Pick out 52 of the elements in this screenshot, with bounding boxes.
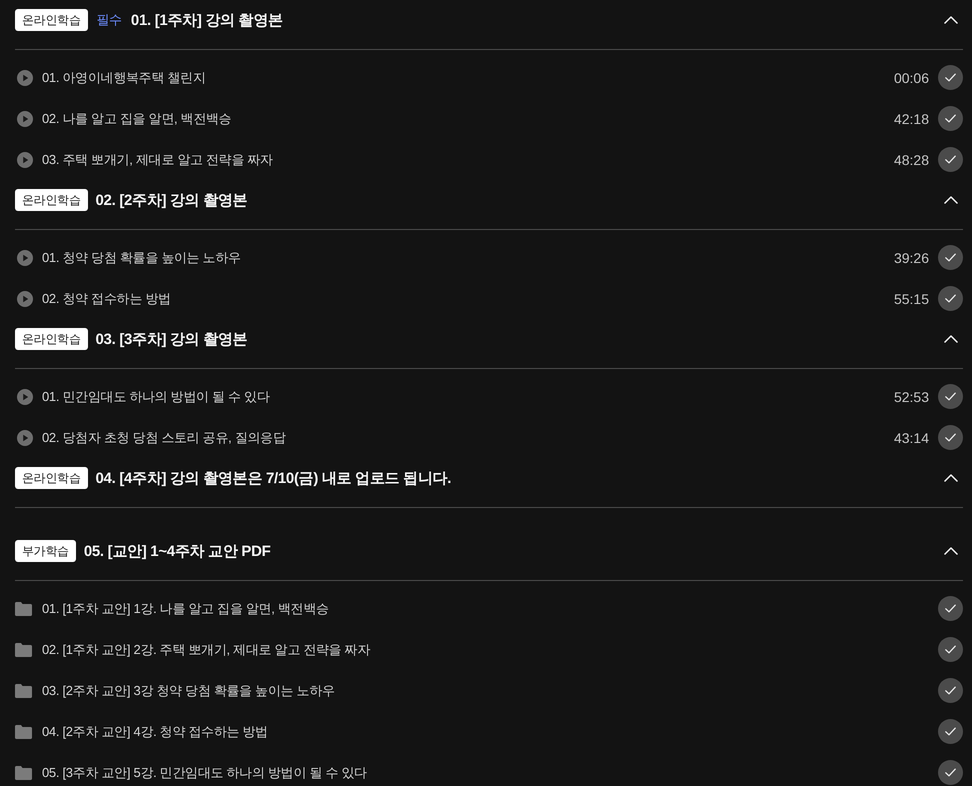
category-badge: 부가학습 (15, 540, 76, 562)
category-badge: 온라인학습 (15, 328, 88, 350)
category-badge: 온라인학습 (15, 189, 88, 211)
lecture-title[interactable]: 01. 민간임대도 하나의 방법이 될 수 있다 (42, 388, 894, 406)
folder-icon (15, 724, 32, 738)
duration-text: 52:53 (894, 388, 929, 404)
lecture-title[interactable]: 02. 청약 접수하는 방법 (42, 290, 894, 308)
collapse-button[interactable] (944, 15, 958, 25)
duration-text: 48:28 (894, 152, 929, 168)
category-badge: 온라인학습 (15, 9, 88, 31)
play-icon (17, 250, 33, 266)
collapse-button[interactable] (944, 473, 958, 483)
required-label: 필수 (96, 11, 122, 29)
lecture-title[interactable]: 02. 당첨자 초청 당첨 스토리 공유, 질의응답 (42, 428, 894, 446)
section-title: 01. [1주차] 강의 촬영본 (130, 10, 284, 30)
collapse-button[interactable] (944, 195, 958, 205)
duration-text: 39:26 (894, 250, 929, 266)
section-title: 04. [4주차] 강의 촬영본은 7/10(금) 내로 업로드 됩니다. (96, 468, 452, 488)
lecture-title[interactable]: 01. 아영이네행복주택 챌린지 (42, 68, 894, 86)
lecture-title[interactable]: 04. [2주차 교안] 4강. 청약 접수하는 방법 (42, 722, 938, 740)
play-icon (17, 430, 33, 446)
section-title: 05. [교안] 1~4주차 교안 PDF (84, 542, 272, 560)
section-header[interactable]: 부가학습 05. [교안] 1~4주차 교안 PDF (15, 531, 963, 581)
play-icon (17, 110, 33, 126)
lecture-title[interactable]: 02. [1주차 교안] 2강. 주택 뽀개기, 제대로 알고 전략을 짜자 (42, 640, 938, 658)
play-icon (17, 290, 33, 306)
section-header[interactable]: 온라인학습 03. [3주차] 강의 촬영본 (15, 319, 963, 369)
folder-icon (15, 766, 32, 780)
lecture-title[interactable]: 02. 나를 알고 집을 알면, 백전백승 (42, 110, 894, 128)
play-icon (17, 70, 33, 86)
duration-text: 55:15 (894, 290, 929, 306)
category-badge: 온라인학습 (15, 467, 88, 489)
collapse-button[interactable] (944, 334, 958, 344)
section-header[interactable]: 온라인학습 02. [2주차] 강의 촬영본 (15, 180, 963, 230)
folder-icon (15, 642, 32, 656)
lecture-title[interactable]: 03. [2주차 교안] 3강 청약 당첨 확률을 높이는 노하우 (42, 682, 938, 700)
section-header[interactable]: 온라인학습 04. [4주차] 강의 촬영본은 7/10(금) 내로 업로드 됩니다. (15, 458, 963, 508)
duration-text: 43:14 (894, 430, 929, 446)
lecture-title[interactable]: 01. 청약 당첨 확률을 높이는 노하우 (42, 248, 894, 266)
play-icon (17, 388, 33, 404)
lecture-title[interactable]: 01. [1주차 교안] 1강. 나를 알고 집을 알면, 백전백승 (42, 600, 938, 618)
folder-icon (15, 602, 32, 616)
folder-icon (15, 684, 32, 698)
section-header[interactable]: 온라인학습 필수 01. [1주차] 강의 촬영본 (15, 0, 963, 50)
duration-text: 42:18 (894, 110, 929, 126)
duration-text: 00:06 (894, 70, 929, 86)
lecture-title[interactable]: 03. 주택 뽀개기, 제대로 알고 전략을 짜자 (42, 150, 894, 168)
play-icon (17, 152, 33, 168)
lecture-title[interactable]: 05. [3주차 교안] 5강. 민간임대도 하나의 방법이 될 수 있다 (42, 764, 938, 782)
collapse-button[interactable] (944, 546, 958, 556)
section-title: 02. [2주차] 강의 촬영본 (96, 190, 248, 210)
section-title: 03. [3주차] 강의 촬영본 (96, 330, 248, 348)
